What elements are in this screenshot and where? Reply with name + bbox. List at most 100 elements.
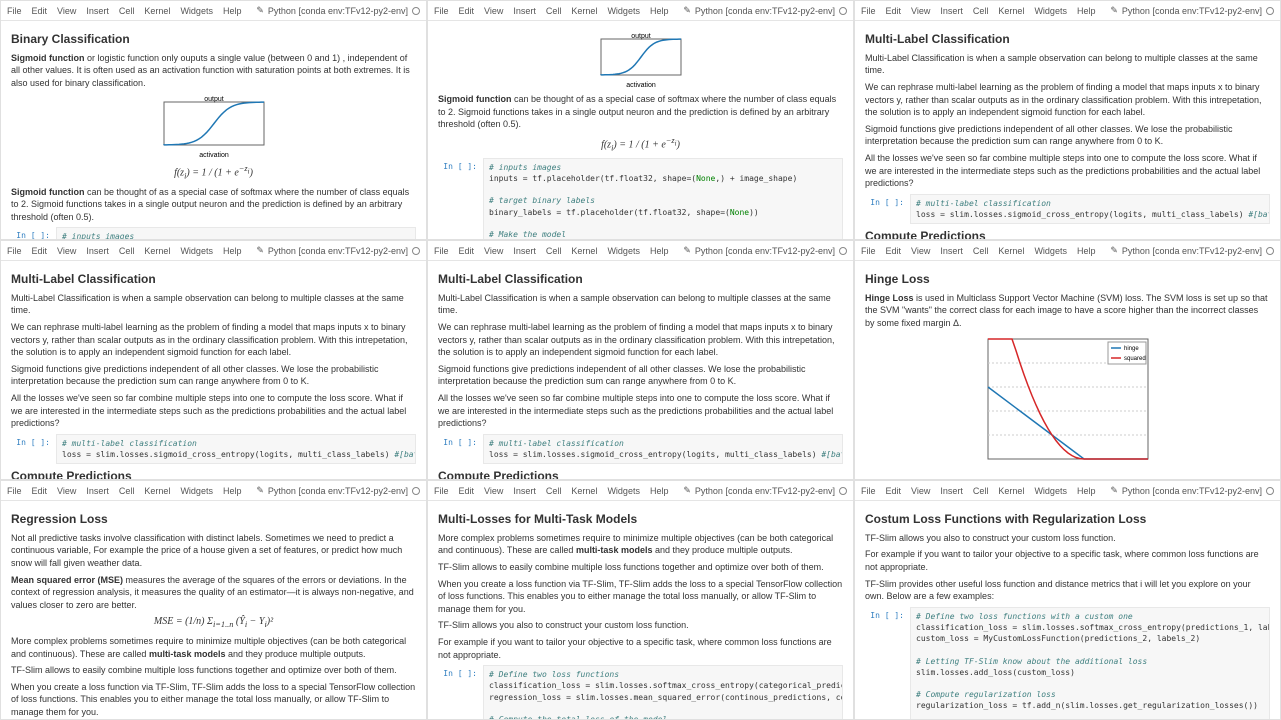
code-input[interactable]: # multi-label classification loss = slim… bbox=[56, 434, 416, 464]
kernel-name[interactable]: Python [conda env:TFv12-py2-env] bbox=[268, 246, 408, 256]
menu-widgets[interactable]: Widgets bbox=[180, 246, 213, 256]
menu-file[interactable]: File bbox=[7, 246, 22, 256]
menu-file[interactable]: File bbox=[861, 6, 876, 16]
menu-insert[interactable]: Insert bbox=[86, 486, 109, 496]
menu-kernel[interactable]: Kernel bbox=[571, 486, 597, 496]
menu-cell[interactable]: Cell bbox=[119, 246, 135, 256]
menu-edit[interactable]: Edit bbox=[32, 6, 48, 16]
kernel-name[interactable]: Python [conda env:TFv12-py2-env] bbox=[695, 486, 835, 496]
menu-cell[interactable]: Cell bbox=[973, 6, 989, 16]
code-input[interactable]: # inputs images inputs = tf.placeholder(… bbox=[56, 227, 416, 240]
menu-view[interactable]: View bbox=[57, 246, 76, 256]
menu-cell[interactable]: Cell bbox=[546, 486, 562, 496]
paragraph: TF-Slim allows you also to construct you… bbox=[438, 619, 843, 632]
menu-widgets[interactable]: Widgets bbox=[1034, 486, 1067, 496]
menu-edit[interactable]: Edit bbox=[459, 6, 475, 16]
menu-widgets[interactable]: Widgets bbox=[180, 486, 213, 496]
menu-view[interactable]: View bbox=[911, 6, 930, 16]
menu-insert[interactable]: Insert bbox=[513, 6, 536, 16]
menu-insert[interactable]: Insert bbox=[513, 486, 536, 496]
menu-help[interactable]: Help bbox=[223, 246, 242, 256]
menu-view[interactable]: View bbox=[484, 486, 503, 496]
menu-edit[interactable]: Edit bbox=[459, 486, 475, 496]
menu-cell[interactable]: Cell bbox=[546, 6, 562, 16]
menu-edit[interactable]: Edit bbox=[32, 486, 48, 496]
menu-insert[interactable]: Insert bbox=[513, 246, 536, 256]
menu-view[interactable]: View bbox=[57, 486, 76, 496]
menu-cell[interactable]: Cell bbox=[973, 486, 989, 496]
code-cell[interactable]: In [ ]:# multi-label classification loss… bbox=[11, 434, 416, 464]
menu-cell[interactable]: Cell bbox=[119, 486, 135, 496]
kernel-name[interactable]: Python [conda env:TFv12-py2-env] bbox=[268, 6, 408, 16]
notebook-content: Regression LossNot all predictive tasks … bbox=[1, 501, 426, 720]
menu-cell[interactable]: Cell bbox=[119, 6, 135, 16]
code-input[interactable]: # multi-label classification loss = slim… bbox=[483, 434, 843, 464]
code-cell[interactable]: In [ ]:# multi-label classification loss… bbox=[865, 194, 1270, 224]
menu-help[interactable]: Help bbox=[1077, 6, 1096, 16]
edit-mode-icon: ✎ bbox=[683, 5, 691, 16]
menu-cell[interactable]: Cell bbox=[546, 246, 562, 256]
menu-kernel[interactable]: Kernel bbox=[144, 246, 170, 256]
menu-help[interactable]: Help bbox=[650, 246, 669, 256]
menu-widgets[interactable]: Widgets bbox=[607, 6, 640, 16]
menu-kernel[interactable]: Kernel bbox=[571, 6, 597, 16]
code-cell[interactable]: In [ ]:# Define two loss functions class… bbox=[438, 665, 843, 720]
menu-file[interactable]: File bbox=[434, 6, 449, 16]
menu-view[interactable]: View bbox=[484, 6, 503, 16]
menu-insert[interactable]: Insert bbox=[940, 246, 963, 256]
menu-insert[interactable]: Insert bbox=[940, 486, 963, 496]
code-cell[interactable]: In [ ]:# Define two loss functions with … bbox=[865, 607, 1270, 720]
menu-widgets[interactable]: Widgets bbox=[1034, 6, 1067, 16]
menu-kernel[interactable]: Kernel bbox=[144, 6, 170, 16]
menu-file[interactable]: File bbox=[861, 486, 876, 496]
formula: MSE = (1/n) Σi=1..n (Ŷi − Yi)² bbox=[11, 615, 416, 631]
menu-help[interactable]: Help bbox=[1077, 246, 1096, 256]
menu-file[interactable]: File bbox=[861, 246, 876, 256]
kernel-name[interactable]: Python [conda env:TFv12-py2-env] bbox=[1122, 6, 1262, 16]
kernel-name[interactable]: Python [conda env:TFv12-py2-env] bbox=[1122, 486, 1262, 496]
menu-insert[interactable]: Insert bbox=[940, 6, 963, 16]
menu-file[interactable]: File bbox=[7, 486, 22, 496]
menu-widgets[interactable]: Widgets bbox=[180, 6, 213, 16]
kernel-name[interactable]: Python [conda env:TFv12-py2-env] bbox=[695, 6, 835, 16]
code-input[interactable]: # multi-label classification loss = slim… bbox=[910, 194, 1270, 224]
menu-help[interactable]: Help bbox=[1077, 486, 1096, 496]
menu-view[interactable]: View bbox=[484, 246, 503, 256]
menu-insert[interactable]: Insert bbox=[86, 6, 109, 16]
menu-kernel[interactable]: Kernel bbox=[998, 486, 1024, 496]
menu-edit[interactable]: Edit bbox=[32, 246, 48, 256]
menu-view[interactable]: View bbox=[911, 486, 930, 496]
code-cell[interactable]: In [ ]:# inputs images inputs = tf.place… bbox=[438, 158, 843, 240]
menu-kernel[interactable]: Kernel bbox=[998, 246, 1024, 256]
menu-widgets[interactable]: Widgets bbox=[607, 486, 640, 496]
kernel-name[interactable]: Python [conda env:TFv12-py2-env] bbox=[695, 246, 835, 256]
code-input[interactable]: # Define two loss functions with a custo… bbox=[910, 607, 1270, 720]
code-cell[interactable]: In [ ]:# multi-label classification loss… bbox=[438, 434, 843, 464]
menu-kernel[interactable]: Kernel bbox=[571, 246, 597, 256]
menu-file[interactable]: File bbox=[7, 6, 22, 16]
menu-help[interactable]: Help bbox=[223, 486, 242, 496]
menu-cell[interactable]: Cell bbox=[973, 246, 989, 256]
menu-edit[interactable]: Edit bbox=[886, 246, 902, 256]
menu-widgets[interactable]: Widgets bbox=[1034, 246, 1067, 256]
menu-view[interactable]: View bbox=[911, 246, 930, 256]
menu-insert[interactable]: Insert bbox=[86, 246, 109, 256]
kernel-name[interactable]: Python [conda env:TFv12-py2-env] bbox=[268, 486, 408, 496]
menu-file[interactable]: File bbox=[434, 246, 449, 256]
menu-widgets[interactable]: Widgets bbox=[607, 246, 640, 256]
kernel-name[interactable]: Python [conda env:TFv12-py2-env] bbox=[1122, 246, 1262, 256]
menu-help[interactable]: Help bbox=[650, 486, 669, 496]
menu-help[interactable]: Help bbox=[223, 6, 242, 16]
menu-edit[interactable]: Edit bbox=[886, 6, 902, 16]
menu-help[interactable]: Help bbox=[650, 6, 669, 16]
menu-file[interactable]: File bbox=[434, 486, 449, 496]
menu-edit[interactable]: Edit bbox=[886, 486, 902, 496]
code-input[interactable]: # inputs images inputs = tf.placeholder(… bbox=[483, 158, 843, 240]
code-cell[interactable]: In [ ]:# inputs images inputs = tf.place… bbox=[11, 227, 416, 240]
notebook-panel: FileEditViewInsertCellKernelWidgetsHelp✎… bbox=[0, 480, 427, 720]
menu-edit[interactable]: Edit bbox=[459, 246, 475, 256]
menu-kernel[interactable]: Kernel bbox=[998, 6, 1024, 16]
code-input[interactable]: # Define two loss functions classificati… bbox=[483, 665, 843, 720]
menu-kernel[interactable]: Kernel bbox=[144, 486, 170, 496]
menu-view[interactable]: View bbox=[57, 6, 76, 16]
